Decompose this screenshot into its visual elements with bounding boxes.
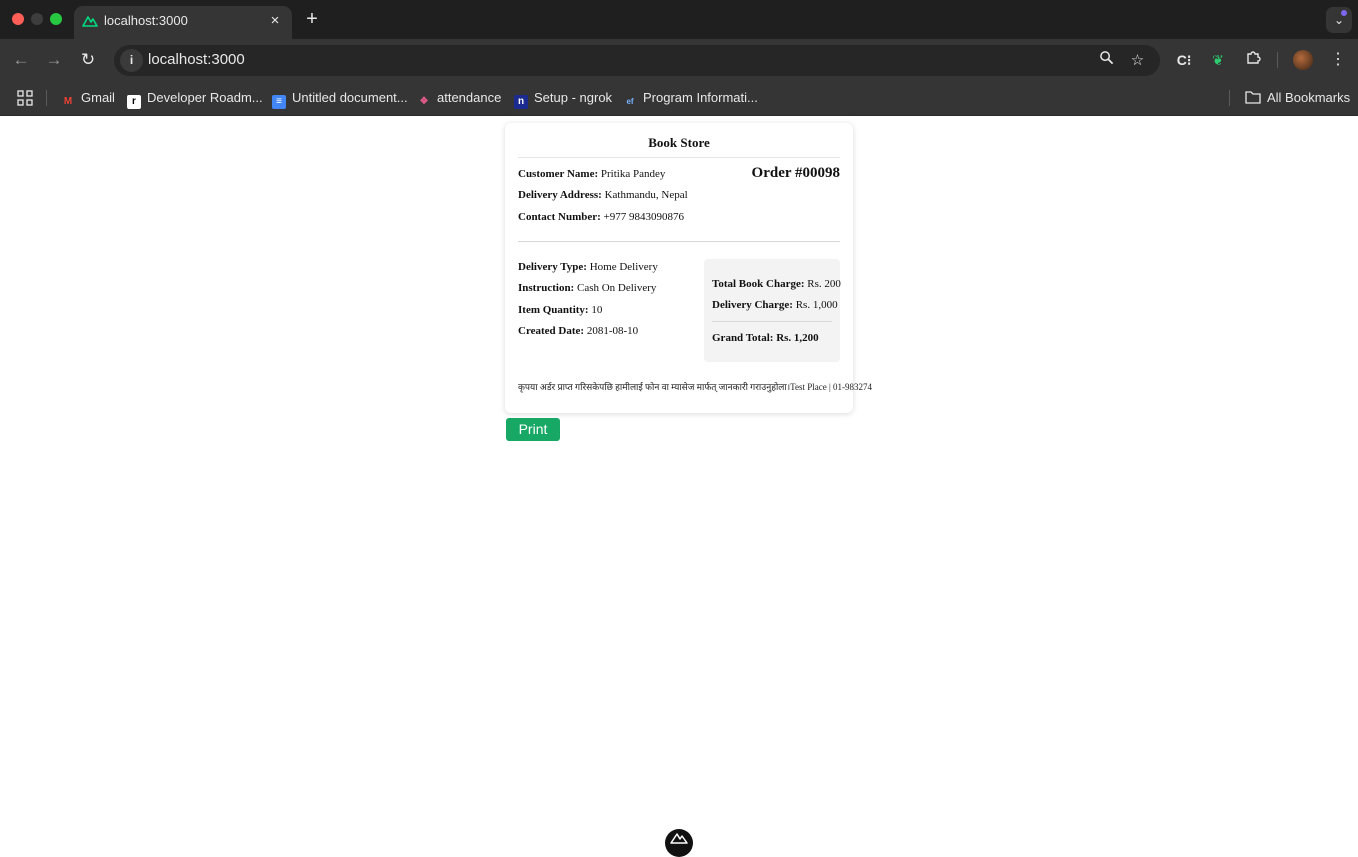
instruction: Cash On Delivery bbox=[576, 282, 657, 294]
extensions-puzzle-icon[interactable] bbox=[1242, 49, 1264, 71]
section-divider bbox=[518, 241, 840, 242]
charge-summary: Total Book Charge: Rs. 200 Delivery Char… bbox=[704, 259, 841, 362]
browser-toolbar: ← → ↻ i localhost:3000 ☆ C⁝ ❦ ⋮ bbox=[0, 39, 1358, 81]
extension-leaf-icon[interactable]: ❦ bbox=[1207, 49, 1229, 71]
header-divider bbox=[518, 157, 840, 158]
url-text[interactable]: localhost:3000 bbox=[148, 51, 245, 68]
nuxt-favicon-icon bbox=[82, 16, 98, 27]
zoom-icon[interactable] bbox=[1096, 50, 1117, 71]
bookmarks-divider bbox=[46, 90, 47, 106]
notification-dot bbox=[1341, 10, 1347, 16]
tab-localhost[interactable]: localhost:3000 × bbox=[74, 6, 292, 39]
created-date-row: Created Date: 2081-08-10 bbox=[518, 325, 639, 337]
roadmap-icon: r bbox=[127, 95, 141, 109]
back-arrow-icon[interactable]: ← bbox=[10, 49, 32, 71]
bookmark-program-information[interactable]: ef Program Informati... bbox=[623, 89, 757, 107]
bookmarks-divider-right bbox=[1229, 90, 1230, 106]
kebab-menu-icon[interactable]: ⋮ bbox=[1327, 49, 1349, 71]
delivery-charge-row: Delivery Charge: Rs. 1,000 bbox=[712, 299, 838, 311]
delivery-address-row: Delivery Address: Kathmandu, Nepal bbox=[518, 189, 688, 201]
close-window-button[interactable] bbox=[12, 13, 24, 25]
customer-name: Pritika Pandey bbox=[600, 168, 666, 180]
site-info-icon[interactable]: i bbox=[120, 49, 143, 72]
ngrok-icon: n bbox=[514, 95, 528, 109]
grand-total-row: Grand Total: Rs. 1,200 bbox=[712, 332, 819, 344]
delivery-type-row: Delivery Type: Home Delivery bbox=[518, 261, 658, 273]
extension-c-icon[interactable]: C⁝ bbox=[1173, 49, 1195, 71]
all-bookmarks-folder[interactable]: All Bookmarks bbox=[1245, 89, 1350, 107]
nuxt-devtools-button[interactable] bbox=[665, 829, 693, 857]
gmail-icon: M bbox=[63, 96, 73, 107]
close-tab-icon[interactable]: × bbox=[266, 12, 284, 30]
tab-search-button[interactable]: ⌄ bbox=[1326, 7, 1352, 33]
created-date: 2081-08-10 bbox=[586, 325, 639, 337]
tab-title: localhost:3000 bbox=[104, 13, 188, 28]
folder-icon bbox=[1245, 91, 1261, 104]
print-button[interactable]: Print bbox=[506, 418, 560, 441]
book-charge-row: Total Book Charge: Rs. 200 bbox=[712, 278, 841, 290]
bookmark-developer-roadmap[interactable]: r Developer Roadm... bbox=[127, 89, 263, 109]
bookmark-attendance[interactable]: ❖ attendance bbox=[417, 89, 502, 107]
bookmark-untitled-document[interactable]: ≡ Untitled document... bbox=[272, 89, 408, 109]
order-number: Order #00098 bbox=[751, 165, 840, 181]
item-quantity-row: Item Quantity: 10 bbox=[518, 304, 603, 316]
bookmark-setup-ngrok[interactable]: n Setup - ngrok bbox=[514, 89, 612, 109]
reload-icon[interactable]: ↻ bbox=[77, 49, 99, 71]
customer-name-row: Customer Name: Pritika Pandey bbox=[518, 168, 666, 180]
minimize-window-button[interactable] bbox=[31, 13, 43, 25]
grand-total: Rs. 1,200 bbox=[776, 332, 819, 344]
nuxt-logo-icon bbox=[670, 833, 688, 844]
new-tab-button[interactable]: + bbox=[302, 8, 322, 30]
program-info-icon: ef bbox=[626, 97, 634, 106]
item-quantity: 10 bbox=[591, 304, 603, 316]
attendance-icon: ❖ bbox=[419, 96, 429, 107]
maximize-window-button[interactable] bbox=[50, 13, 62, 25]
profile-avatar[interactable] bbox=[1293, 50, 1313, 70]
bookmarks-bar: M Gmail r Developer Roadm... ≡ Untitled doc… bbox=[0, 81, 1358, 116]
toolbar-divider bbox=[1277, 52, 1278, 68]
order-receipt-card: Book Store Order #00098 Customer Name: P… bbox=[505, 123, 873, 413]
delivery-charge: Rs. 1,000 bbox=[795, 299, 838, 311]
bookmark-star-icon[interactable]: ☆ bbox=[1127, 50, 1148, 71]
contact-number: +977 9843090876 bbox=[603, 211, 685, 223]
apps-grid-icon[interactable] bbox=[17, 90, 33, 106]
footer-note: कृपया अर्डर प्राप्त गरिसकेपछि हामीलाई फो… bbox=[518, 382, 873, 392]
forward-arrow-icon[interactable]: → bbox=[43, 49, 65, 71]
google-docs-icon: ≡ bbox=[272, 95, 286, 109]
address-bar[interactable]: i localhost:3000 ☆ bbox=[114, 45, 1160, 76]
delivery-address: Kathmandu, Nepal bbox=[604, 189, 688, 201]
store-title: Book Store bbox=[648, 135, 710, 150]
delivery-type: Home Delivery bbox=[589, 261, 658, 273]
tab-bar: localhost:3000 × + ⌄ bbox=[0, 0, 1358, 39]
instruction-row: Instruction: Cash On Delivery bbox=[518, 282, 657, 294]
contact-number-row: Contact Number: +977 9843090876 bbox=[518, 211, 685, 223]
bookmark-gmail[interactable]: M Gmail bbox=[61, 89, 115, 107]
summary-divider bbox=[712, 321, 832, 322]
book-charge: Rs. 200 bbox=[807, 278, 841, 290]
